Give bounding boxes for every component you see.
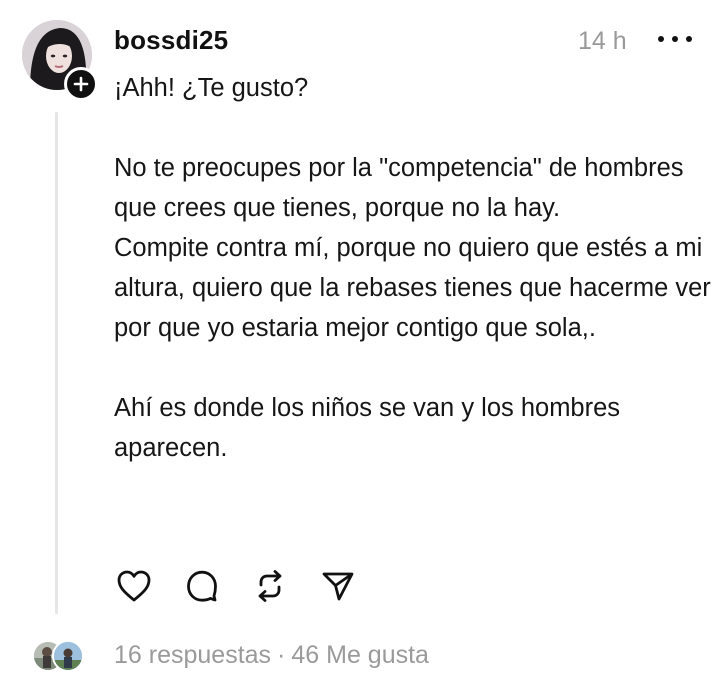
- heart-icon: [117, 570, 151, 602]
- replier-avatar: [52, 640, 84, 672]
- replier-avatars[interactable]: [32, 640, 84, 672]
- author-username[interactable]: bossdi25: [114, 25, 228, 56]
- post-timestamp: 14 h: [578, 27, 627, 55]
- repost-button[interactable]: [250, 566, 290, 606]
- comment-icon: [187, 570, 217, 602]
- post-text: ¡Ahh! ¿Te gusto? No te preocupes por la …: [114, 68, 714, 468]
- send-icon: [322, 572, 354, 601]
- post-paragraph: ¡Ahh! ¿Te gusto?: [114, 74, 309, 102]
- post-paragraph: Ahí es donde los niños se van y los homb…: [114, 394, 621, 462]
- repost-icon: [258, 570, 282, 602]
- follow-button[interactable]: [64, 67, 98, 101]
- stats-separator: ·: [277, 641, 286, 669]
- thread-line: [55, 112, 58, 614]
- post-paragraph: Compite contra mí, porque no quiero que …: [114, 234, 711, 342]
- post-stats: 16 respuestas · 46 Me gusta: [114, 641, 429, 670]
- like-button[interactable]: [114, 566, 154, 606]
- likes-count[interactable]: 46 Me gusta: [291, 641, 429, 669]
- share-button[interactable]: [318, 566, 358, 606]
- more-options-button[interactable]: [658, 26, 692, 52]
- replies-count[interactable]: 16 respuestas: [114, 641, 271, 669]
- post-paragraph: No te preocupes por la "competencia" de …: [114, 154, 684, 222]
- reply-button[interactable]: [182, 566, 222, 606]
- more-icon: [658, 36, 664, 42]
- post-actions: [114, 566, 386, 606]
- plus-icon: [73, 76, 89, 92]
